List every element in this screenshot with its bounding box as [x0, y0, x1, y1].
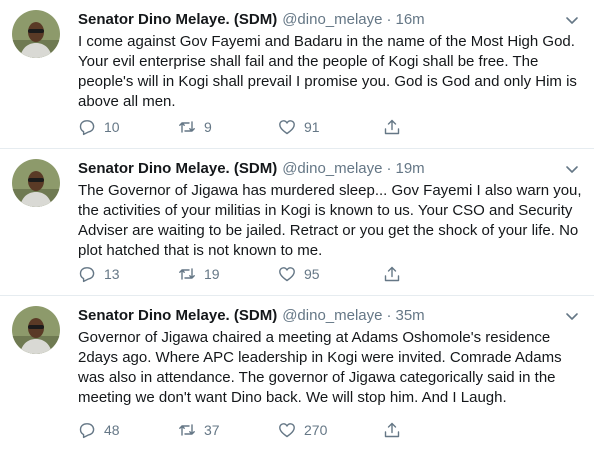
retweet-icon: [179, 268, 195, 280]
reply-count: 13: [104, 266, 120, 282]
share-button[interactable]: [383, 265, 409, 283]
avatar[interactable]: [12, 306, 60, 354]
tweet-text: The Governor of Jigawa has murdered slee…: [78, 182, 582, 259]
avatar[interactable]: [12, 10, 60, 58]
author-handle[interactable]: @dino_melaye: [282, 10, 382, 30]
separator: ·: [386, 307, 392, 324]
heart-icon: [279, 267, 295, 282]
separator: ·: [386, 11, 392, 28]
reply-icon: [79, 120, 95, 136]
author-name[interactable]: Senator Dino Melaye. (SDM): [78, 10, 277, 30]
retweet-count: 9: [204, 119, 212, 135]
heart-icon: [279, 120, 295, 135]
share-icon: [384, 422, 400, 438]
reply-count: 48: [104, 422, 120, 438]
tweet-text: Governor of Jigawa chaired a meeting at …: [78, 329, 562, 406]
tweet-text: I come against Gov Fayemi and Badaru in …: [78, 33, 577, 110]
tweet-actions: 48 37 270: [78, 421, 498, 439]
share-icon: [384, 266, 400, 282]
tweet-header: Senator Dino Melaye. (SDM) @dino_melaye …: [78, 159, 580, 181]
tweet-header: Senator Dino Melaye. (SDM) @dino_melaye …: [78, 10, 580, 32]
tweet-time[interactable]: 16m: [396, 10, 425, 30]
tweet[interactable]: Senator Dino Melaye. (SDM) @dino_melaye …: [0, 296, 594, 451]
like-button[interactable]: 270: [278, 421, 378, 439]
chevron-down-icon[interactable]: [564, 308, 580, 324]
retweet-button[interactable]: 37: [178, 421, 278, 439]
avatar[interactable]: [12, 159, 60, 207]
tweet-header: Senator Dino Melaye. (SDM) @dino_melaye …: [78, 306, 580, 328]
like-count: 95: [304, 266, 320, 282]
heart-icon: [279, 423, 295, 438]
chevron-down-icon[interactable]: [564, 161, 580, 177]
author-name[interactable]: Senator Dino Melaye. (SDM): [78, 306, 277, 326]
retweet-icon: [179, 424, 195, 436]
share-button[interactable]: [383, 118, 409, 136]
retweet-count: 37: [204, 422, 220, 438]
retweet-count: 19: [204, 266, 220, 282]
tweet[interactable]: Senator Dino Melaye. (SDM) @dino_melaye …: [0, 0, 594, 149]
retweet-button[interactable]: 19: [178, 265, 278, 283]
reply-button[interactable]: 10: [78, 118, 178, 136]
author-name[interactable]: Senator Dino Melaye. (SDM): [78, 159, 277, 179]
reply-icon: [79, 267, 95, 283]
author-handle[interactable]: @dino_melaye: [282, 159, 382, 179]
retweet-icon: [179, 121, 195, 133]
reply-button[interactable]: 13: [78, 265, 178, 283]
retweet-button[interactable]: 9: [178, 118, 278, 136]
tweet-actions: 13 19 95: [78, 265, 498, 283]
like-count: 91: [304, 119, 320, 135]
author-handle[interactable]: @dino_melaye: [282, 306, 382, 326]
share-icon: [384, 119, 400, 135]
reply-count: 10: [104, 119, 120, 135]
tweet-actions: 10 9 91: [78, 118, 498, 136]
reply-icon: [79, 423, 95, 439]
chevron-down-icon[interactable]: [564, 12, 580, 28]
like-count: 270: [304, 422, 328, 438]
separator: ·: [386, 160, 392, 177]
share-button[interactable]: [383, 421, 409, 439]
tweet[interactable]: Senator Dino Melaye. (SDM) @dino_melaye …: [0, 149, 594, 296]
tweet-time[interactable]: 19m: [396, 159, 425, 179]
like-button[interactable]: 91: [278, 118, 378, 136]
tweet-feed: Senator Dino Melaye. (SDM) @dino_melaye …: [0, 0, 594, 451]
like-button[interactable]: 95: [278, 265, 378, 283]
tweet-time[interactable]: 35m: [396, 306, 425, 326]
reply-button[interactable]: 48: [78, 421, 178, 439]
